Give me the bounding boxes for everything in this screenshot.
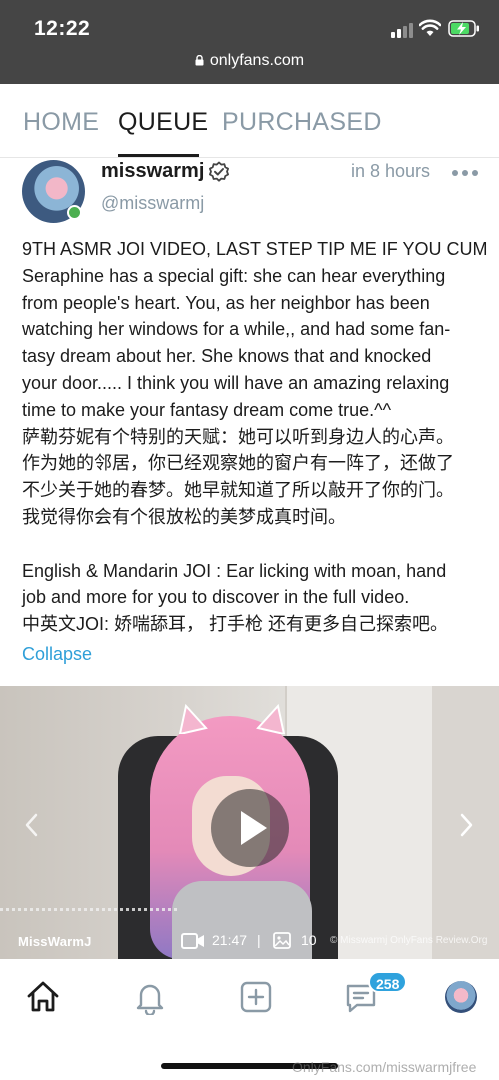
post-line: tasy dream about her. She knows that and…: [22, 346, 432, 367]
post-line: time to make your fantasy dream come tru…: [22, 399, 392, 420]
led-light-strip: [0, 908, 180, 911]
post-line: 中英文JOI: 娇喘舔耳， 打手枪 还有更多自己探索吧。: [22, 614, 449, 635]
brand-logo: MissWarmJ: [18, 934, 92, 949]
cat-ear-headphones: [178, 704, 286, 734]
address-bar[interactable]: onlyfans.com: [0, 52, 499, 70]
onlyfans-watermark: OnlyFans.com/misswarmjfree: [292, 1059, 477, 1075]
image-icon: [273, 932, 291, 949]
play-button-icon[interactable]: [211, 789, 289, 867]
creator-handle[interactable]: @misswarmj: [101, 193, 204, 214]
messages-badge: 258: [368, 971, 408, 993]
video-thumbnail[interactable]: MissWarmJ 21:47 | 10 © Misswarmj OnlyFan…: [0, 686, 499, 959]
post-line: 不少关于她的春梦。她早就知道了所以敲开了你的门。: [22, 480, 454, 501]
chevron-left-icon[interactable]: [22, 811, 40, 839]
battery-charging-icon: [448, 20, 479, 37]
review-watermark: © Misswarmj OnlyFans Review.Org: [330, 935, 488, 946]
video-duration: 21:47: [212, 932, 248, 948]
post-line: 作为她的邻居，你已经观察她的窗户有一阵了，还做了: [22, 453, 454, 474]
image-count: 10: [301, 932, 317, 948]
scheduled-time: in 8 hours: [351, 161, 431, 181]
post-line: job and more for you to discover in the …: [22, 587, 410, 608]
tab-bar: HOME QUEUE PURCHASED: [0, 84, 499, 158]
wifi-icon: [419, 19, 441, 36]
creator-username[interactable]: misswarmj: [101, 160, 204, 183]
video-camera-icon: [181, 933, 204, 949]
post-line: English & Mandarin JOI : Ear licking wit…: [22, 560, 447, 581]
status-time: 12:22: [34, 17, 91, 40]
collapse-link[interactable]: Collapse: [22, 644, 92, 665]
post-line: from people's heart. You, as her neighbo…: [22, 292, 430, 313]
bell-icon[interactable]: [132, 979, 168, 1015]
profile-avatar[interactable]: [445, 981, 477, 1013]
browser-top-bar: 12:22 onlyfans.com: [0, 0, 499, 84]
bottom-navigation: 258 OnlyFans.com/misswarmjfree: [0, 959, 499, 1080]
home-icon[interactable]: [25, 979, 61, 1015]
chevron-right-icon[interactable]: [458, 811, 476, 839]
online-status-dot: [67, 205, 82, 220]
tab-home[interactable]: HOME: [23, 108, 99, 137]
stats-separator: |: [257, 932, 261, 948]
plus-square-icon[interactable]: [238, 979, 274, 1015]
post-line: your door..... I think you will have an …: [22, 372, 450, 393]
cellular-signal-icon: [391, 22, 415, 38]
post-line: 萨勒芬妮有个特别的天赋：她可以听到身边人的心声。: [22, 426, 454, 447]
active-tab-indicator: [118, 154, 199, 157]
url-text: onlyfans.com: [209, 52, 305, 69]
post-line: watching her windows for a while,, and h…: [22, 319, 451, 340]
verified-badge-icon: [209, 161, 229, 182]
post-line: Seraphine has a special gift: she can he…: [22, 265, 446, 286]
lock-icon: [195, 55, 204, 66]
tab-purchased[interactable]: PURCHASED: [222, 108, 382, 137]
post-line: 9TH ASMR JOI VIDEO, LAST STEP TIP ME IF …: [22, 239, 488, 259]
post-text: 9TH ASMR JOI VIDEO, LAST STEP TIP ME IF …: [22, 236, 488, 638]
more-options-icon[interactable]: [452, 167, 478, 179]
post-line: 我觉得你会有个很放松的美梦成真时间。: [22, 506, 346, 527]
tab-queue[interactable]: QUEUE: [118, 108, 208, 137]
